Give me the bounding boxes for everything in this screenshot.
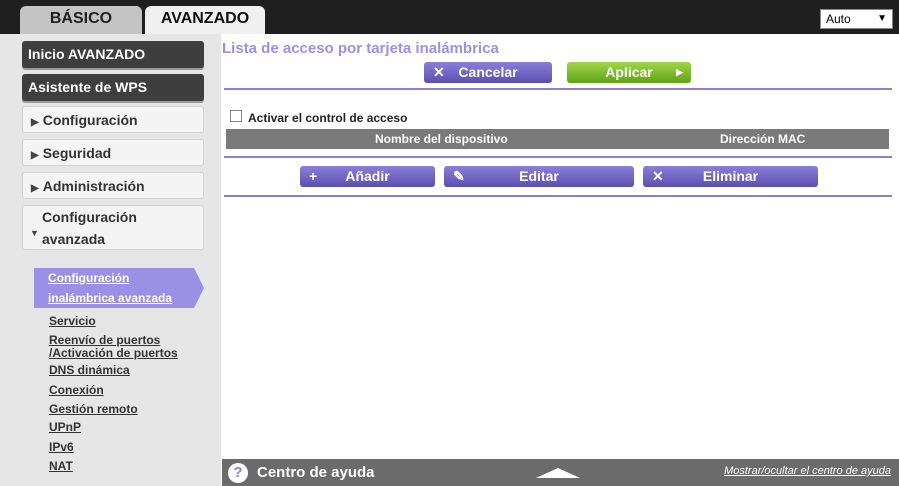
language-select[interactable]: Auto ▼ (820, 9, 893, 29)
table-header: Nombre del dispositivo Dirección MAC (226, 129, 889, 149)
add-button-label: Añadir (345, 168, 390, 184)
sidebar-item-advanced-home[interactable]: Inicio AVANZADO (22, 41, 204, 68)
edit-button[interactable]: ✎ Editar (444, 166, 634, 187)
apply-button-label: Aplicar (605, 64, 653, 80)
sidebar-item-wps-wizard[interactable]: Asistente de WPS (22, 74, 204, 101)
expand-arrow-icon: ▶ (31, 117, 39, 128)
play-arrow-icon: ▶ (676, 67, 683, 77)
sidebar-subitem-port-triggering[interactable]: /Activación de puertos (49, 347, 178, 360)
cancel-button[interactable]: ✕ Cancelar (424, 62, 552, 83)
sidebar-item-advanced-config[interactable]: ▼ Configuración avanzada (22, 205, 204, 250)
add-button[interactable]: + Añadir (300, 166, 435, 187)
sidebar-subitem-service[interactable]: Servicio (49, 315, 96, 328)
cancel-button-label: Cancelar (458, 64, 518, 80)
access-control-label: Activar el control de acceso (248, 111, 408, 125)
divider (224, 88, 892, 90)
apply-button[interactable]: Aplicar ▶ (567, 62, 691, 83)
sidebar-item-label: Configuración (42, 112, 138, 128)
column-header-device-name: Nombre del dispositivo (375, 132, 508, 146)
sidebar-subitem-ipv6[interactable]: IPv6 (49, 441, 74, 454)
divider (224, 156, 892, 158)
expand-arrow-icon: ▶ (31, 150, 39, 161)
divider (224, 195, 892, 197)
page-title: Lista de acceso por tarjeta inalámbrica (222, 40, 499, 57)
sidebar-item-label: Configuración avanzada (42, 209, 137, 247)
column-header-mac-address: Dirección MAC (720, 132, 806, 146)
language-select-value: Auto (826, 12, 851, 26)
sidebar-item-label: Administración (42, 178, 145, 194)
sidebar-item-administration[interactable]: ▶ Administración (22, 172, 204, 199)
sidebar-subitem-remote-management[interactable]: Gestión remoto (49, 403, 138, 416)
delete-button-label: Eliminar (702, 168, 759, 184)
tab-advanced[interactable]: AVANZADO (145, 6, 265, 34)
sidebar-subitem-dynamic-dns[interactable]: DNS dinámica (49, 364, 130, 377)
help-center-title: Centro de ayuda (257, 464, 375, 481)
expand-arrow-icon: ▶ (31, 183, 39, 194)
sidebar-item-configuration[interactable]: ▶ Configuración (22, 106, 204, 133)
help-center-bar: ? Centro de ayuda Mostrar/ocultar el cen… (222, 459, 899, 486)
sidebar-subitem-connection[interactable]: Conexión (49, 384, 104, 397)
help-question-icon: ? (228, 463, 248, 483)
dropdown-arrow-icon: ▼ (877, 13, 887, 24)
collapse-arrow-icon: ▼ (30, 228, 39, 238)
top-nav-bar: BÁSICO AVANZADO Auto ▼ (0, 0, 899, 34)
expand-help-arrow-icon[interactable] (536, 468, 580, 478)
help-center-toggle-link[interactable]: Mostrar/ocultar el centro de ayuda (724, 465, 891, 477)
sidebar-subitem-wireless-advanced[interactable]: Configuración inalámbrica avanzada (34, 268, 204, 308)
delete-button[interactable]: ✕ Eliminar (643, 166, 818, 187)
sidebar: Inicio AVANZADO Asistente de WPS ▶ Config… (0, 34, 221, 486)
access-control-checkbox[interactable] (230, 110, 242, 122)
sidebar-subitem-nat[interactable]: NAT (49, 460, 73, 473)
sidebar-item-security[interactable]: ▶ Seguridad (22, 139, 204, 166)
tab-basic[interactable]: BÁSICO (20, 6, 142, 34)
sidebar-subitem-upnp[interactable]: UPnP (49, 421, 81, 434)
sidebar-item-label: Seguridad (42, 145, 112, 161)
edit-button-label: Editar (519, 168, 559, 184)
